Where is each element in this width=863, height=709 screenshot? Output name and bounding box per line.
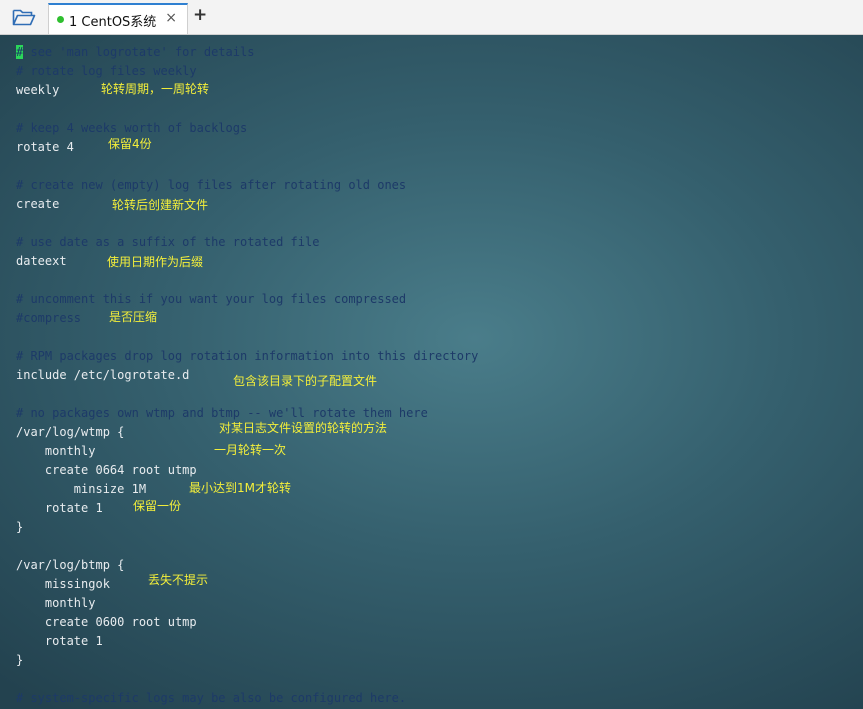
- terminal-line: # use date as a suffix of the rotated fi…: [16, 235, 320, 249]
- annotation-note: 对某日志文件设置的轮转的方法: [219, 421, 388, 435]
- terminal-cursor: #: [16, 45, 24, 59]
- connected-status-icon: [57, 16, 64, 23]
- terminal-line: /var/log/btmp {: [16, 558, 125, 572]
- annotation-note: 包含该目录下的子配置文件: [233, 374, 378, 388]
- terminal-line: dateext: [16, 254, 67, 268]
- add-tab-button[interactable]: +: [193, 5, 207, 25]
- terminal-line: # no packages own wtmp and btmp -- we'll…: [16, 406, 428, 420]
- annotation-note: 丢失不提示: [148, 573, 209, 587]
- annotation-note: 使用日期作为后缀: [107, 255, 204, 269]
- terminal-line: # uncomment this if you want your log fi…: [16, 292, 407, 306]
- annotation-note: 一月轮转一次: [214, 443, 287, 457]
- terminal-line: monthly: [16, 596, 96, 610]
- terminal-line: /var/log/wtmp {: [16, 425, 125, 439]
- terminal-line: create 0600 root utmp: [16, 615, 197, 629]
- terminal-line: include /etc/logrotate.d: [16, 368, 190, 382]
- annotation-note: 轮转周期，一周轮转: [101, 82, 210, 96]
- annotation-note: 最小达到1M才轮转: [189, 481, 291, 495]
- terminal-line: missingok: [16, 577, 110, 591]
- folder-open-icon[interactable]: [12, 7, 36, 27]
- terminal-line: # see 'man logrotate' for details: [16, 45, 255, 59]
- terminal-line: create 0664 root utmp: [16, 463, 197, 477]
- terminal-line: minsize 1M: [16, 482, 147, 496]
- terminal-line: weekly: [16, 83, 60, 97]
- annotation-note: 轮转后创建新文件: [112, 198, 209, 212]
- terminal-pane[interactable]: # see 'man logrotate' for details # rota…: [0, 35, 863, 709]
- terminal-line: # system-specific logs may be also be co…: [16, 691, 407, 705]
- terminal-line: # keep 4 weeks worth of backlogs: [16, 121, 248, 135]
- terminal-line: rotate 4: [16, 140, 74, 154]
- close-icon[interactable]: ×: [165, 10, 177, 26]
- terminal-line: rotate 1: [16, 634, 103, 648]
- annotation-note: 是否压缩: [109, 310, 158, 324]
- terminal-line: }: [16, 520, 24, 534]
- terminal-line: monthly: [16, 444, 96, 458]
- terminal-line: # RPM packages drop log rotation informa…: [16, 349, 479, 363]
- annotation-note: 保留一份: [133, 499, 182, 513]
- terminal-line: create: [16, 197, 60, 211]
- terminal-line: }: [16, 653, 24, 667]
- terminal-line: #compress: [16, 311, 82, 325]
- terminal-line: rotate 1: [16, 501, 103, 515]
- terminal-line: # create new (empty) log files after rot…: [16, 178, 407, 192]
- session-tab[interactable]: 1 CentOS系统 ×: [48, 3, 188, 34]
- annotation-note: 保留4份: [108, 137, 152, 151]
- terminal-line: # rotate log files weekly: [16, 64, 197, 78]
- tab-label: 1 CentOS系统: [69, 15, 157, 30]
- tab-bar: 1 CentOS系统 × +: [0, 0, 863, 35]
